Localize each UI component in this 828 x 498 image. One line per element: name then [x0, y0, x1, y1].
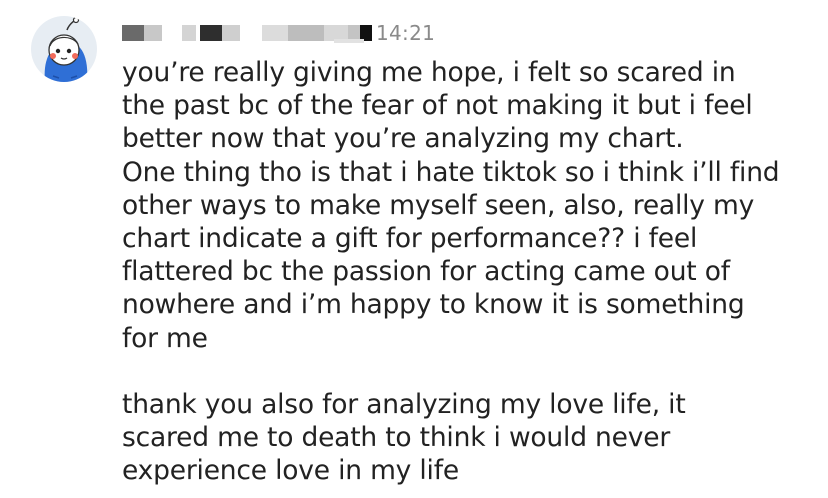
- redaction-block: [122, 25, 144, 41]
- redaction-block: [182, 25, 196, 41]
- redaction-block: [334, 39, 364, 43]
- redaction-block: [262, 25, 288, 41]
- message-timestamp: 14:21: [376, 21, 436, 45]
- cartoon-character-icon: [44, 16, 88, 82]
- redaction-block: [222, 25, 240, 41]
- message-paragraph-2: thank you also for analyzing my love lif…: [122, 389, 686, 487]
- redaction-block: [144, 25, 162, 41]
- redaction-block: [288, 25, 324, 41]
- chat-message: 14:21 you’re really giving me hope, i fe…: [0, 0, 828, 498]
- redaction-block: [200, 25, 222, 41]
- message-header: 14:21: [122, 20, 502, 46]
- sender-avatar[interactable]: [31, 16, 97, 82]
- message-paragraph-1: you’re really giving me hope, i felt so …: [122, 57, 780, 354]
